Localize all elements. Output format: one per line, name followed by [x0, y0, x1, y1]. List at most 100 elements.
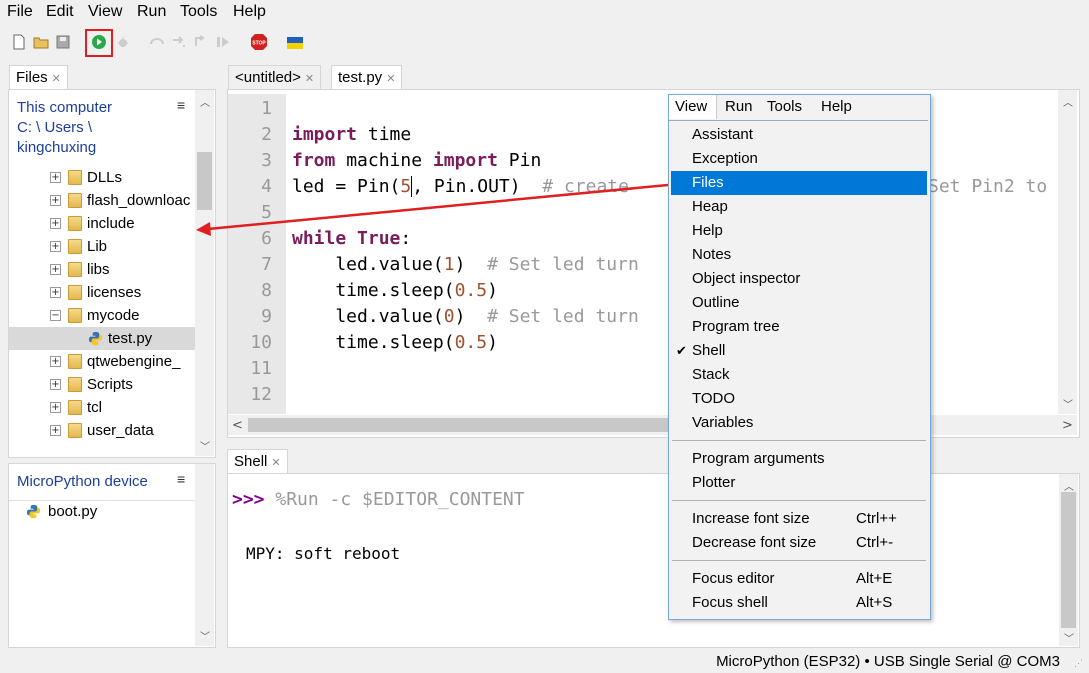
menu-item-decrease-font-size[interactable]: Decrease font size Ctrl+- — [669, 531, 928, 555]
path-line2[interactable]: kingchuxing — [17, 139, 96, 156]
menu-edit[interactable]: Edit — [46, 3, 74, 21]
menu-run[interactable]: Run — [137, 3, 166, 21]
menu-item-program-arguments[interactable]: Program arguments — [669, 447, 928, 471]
device-file-row[interactable]: boot.py — [9, 500, 195, 523]
debug-icon[interactable] — [115, 34, 131, 50]
expand-icon[interactable]: + — [50, 402, 61, 413]
menu-item-plotter[interactable]: Plotter — [669, 471, 928, 495]
close-icon[interactable]: ✕ — [52, 73, 61, 85]
expand-icon[interactable]: + — [50, 195, 61, 206]
step-over-icon[interactable] — [149, 34, 165, 50]
expand-icon[interactable]: + — [50, 287, 61, 298]
path-line1[interactable]: C: \ Users \ — [17, 119, 92, 136]
scroll-down-icon[interactable]: ﹀ — [1064, 630, 1074, 645]
menu-tools[interactable]: Tools — [180, 3, 217, 21]
tree-folder-row[interactable]: − mycode — [9, 304, 195, 327]
stop-icon[interactable]: STOP — [250, 33, 268, 51]
menu-item-variables[interactable]: Variables — [669, 411, 928, 435]
code-text: ) — [487, 332, 498, 353]
tree-folder-row[interactable]: + user_data — [9, 419, 195, 442]
menu-item-exception[interactable]: Exception — [669, 147, 928, 171]
tab-test-py[interactable]: test.py ✕ — [331, 65, 403, 90]
menu-item-stack[interactable]: Stack — [669, 363, 928, 387]
tree-file-row[interactable]: test.py — [9, 327, 195, 350]
tree-folder-row[interactable]: + tcl — [9, 396, 195, 419]
editor-hscrollbar[interactable]: < > — [228, 415, 1077, 435]
scroll-left-icon[interactable]: < — [232, 418, 243, 433]
scroll-thumb[interactable] — [197, 152, 212, 210]
number-literal: 5 — [400, 176, 413, 197]
code-comment: # Set led turn — [487, 254, 639, 275]
dd-menu-run[interactable]: Run — [725, 98, 753, 115]
close-icon[interactable]: ✕ — [305, 73, 314, 85]
scroll-right-icon[interactable]: > — [1062, 418, 1073, 433]
menu-item-help[interactable]: Help — [669, 219, 928, 243]
tree-folder-row[interactable]: + DLLs — [9, 166, 195, 189]
expand-icon[interactable]: + — [50, 218, 61, 229]
panel-menu-icon[interactable]: ≡ — [177, 97, 185, 113]
expand-icon[interactable]: + — [50, 172, 61, 183]
tree-folder-row[interactable]: + licenses — [9, 281, 195, 304]
menu-file[interactable]: File — [7, 3, 33, 21]
menu-view[interactable]: View — [88, 3, 122, 21]
close-icon[interactable]: ✕ — [271, 457, 280, 469]
menu-item-program-tree[interactable]: Program tree — [669, 315, 928, 339]
step-out-icon[interactable] — [193, 34, 209, 50]
scroll-down-icon[interactable]: ﹀ — [200, 438, 210, 453]
expand-icon[interactable]: + — [50, 241, 61, 252]
new-file-icon[interactable] — [11, 34, 27, 50]
dd-menu-help[interactable]: Help — [821, 98, 852, 115]
menu-item-object-inspector[interactable]: Object inspector — [669, 267, 928, 291]
scroll-up-icon[interactable]: ︿ — [1064, 478, 1074, 493]
menu-item-todo[interactable]: TODO — [669, 387, 928, 411]
shell-scrollbar[interactable]: ︿ ﹀ — [1059, 474, 1078, 646]
tree-folder-row[interactable]: + flash_downloac — [9, 189, 195, 212]
tab-shell[interactable]: Shell ✕ — [227, 449, 288, 474]
step-into-icon[interactable] — [171, 34, 187, 50]
menu-item-outline[interactable]: Outline — [669, 291, 928, 315]
tree-folder-row[interactable]: + Lib — [9, 235, 195, 258]
tree-folder-row[interactable]: + include — [9, 212, 195, 235]
backend-status[interactable]: MicroPython (ESP32) • USB Single Serial … — [716, 653, 1060, 670]
shell-scroll-thumb[interactable] — [1061, 492, 1076, 628]
menu-item-files[interactable]: Files — [671, 171, 927, 195]
dd-menu-tools[interactable]: Tools — [767, 98, 802, 115]
scroll-up-icon[interactable]: ︿ — [1063, 94, 1073, 109]
shell-panel[interactable]: >>> %Run -c $EDITOR_CONTENT MPY: soft re… — [227, 473, 1080, 648]
tree-folder-row[interactable]: + qtwebengine_ — [9, 350, 195, 373]
tab-files[interactable]: Files ✕ — [9, 65, 68, 90]
hscroll-thumb[interactable] — [248, 418, 668, 432]
expand-icon[interactable]: + — [50, 264, 61, 275]
tree-folder-row[interactable]: + Scripts — [9, 373, 195, 396]
files-scrollbar[interactable]: ︿ ﹀ — [195, 90, 214, 456]
device-menu-icon[interactable]: ≡ — [177, 471, 185, 487]
menu-item-shell[interactable]: ✔ Shell — [669, 339, 928, 363]
device-scrollbar[interactable]: ﹀ — [195, 464, 214, 646]
scroll-down-icon[interactable]: ﹀ — [200, 628, 210, 643]
expand-icon[interactable]: + — [50, 379, 61, 390]
menu-item-increase-font-size[interactable]: Increase font size Ctrl++ — [669, 507, 928, 531]
menu-help[interactable]: Help — [233, 3, 266, 21]
expand-icon[interactable]: + — [50, 356, 61, 367]
menu-item-notes[interactable]: Notes — [669, 243, 928, 267]
dd-menu-view[interactable]: View — [675, 98, 707, 115]
save-icon[interactable] — [55, 34, 71, 50]
menu-item-focus-shell[interactable]: Focus shell Alt+S — [669, 591, 928, 615]
menu-item-assistant[interactable]: Assistant — [669, 123, 928, 147]
menu-item-heap[interactable]: Heap — [669, 195, 928, 219]
scroll-up-icon[interactable]: ︿ — [200, 94, 210, 109]
tab-untitled[interactable]: <untitled> ✕ — [228, 65, 322, 90]
scroll-down-icon[interactable]: ﹀ — [1063, 396, 1073, 411]
editor-vscrollbar[interactable]: ︿ ﹀ — [1058, 90, 1077, 414]
tree-folder-row[interactable]: + libs — [9, 258, 195, 281]
collapse-icon[interactable]: − — [50, 310, 61, 321]
close-icon[interactable]: ✕ — [386, 73, 395, 85]
resize-grip-icon[interactable]: ⋰ — [1074, 658, 1083, 669]
menu-item-label: Decrease font size — [692, 534, 817, 551]
expand-icon[interactable]: + — [50, 425, 61, 436]
menu-item-focus-editor[interactable]: Focus editor Alt+E — [669, 567, 928, 591]
resume-icon[interactable] — [215, 34, 231, 50]
open-folder-icon[interactable] — [33, 34, 49, 50]
run-icon[interactable] — [91, 34, 107, 50]
folder-icon — [68, 423, 82, 438]
